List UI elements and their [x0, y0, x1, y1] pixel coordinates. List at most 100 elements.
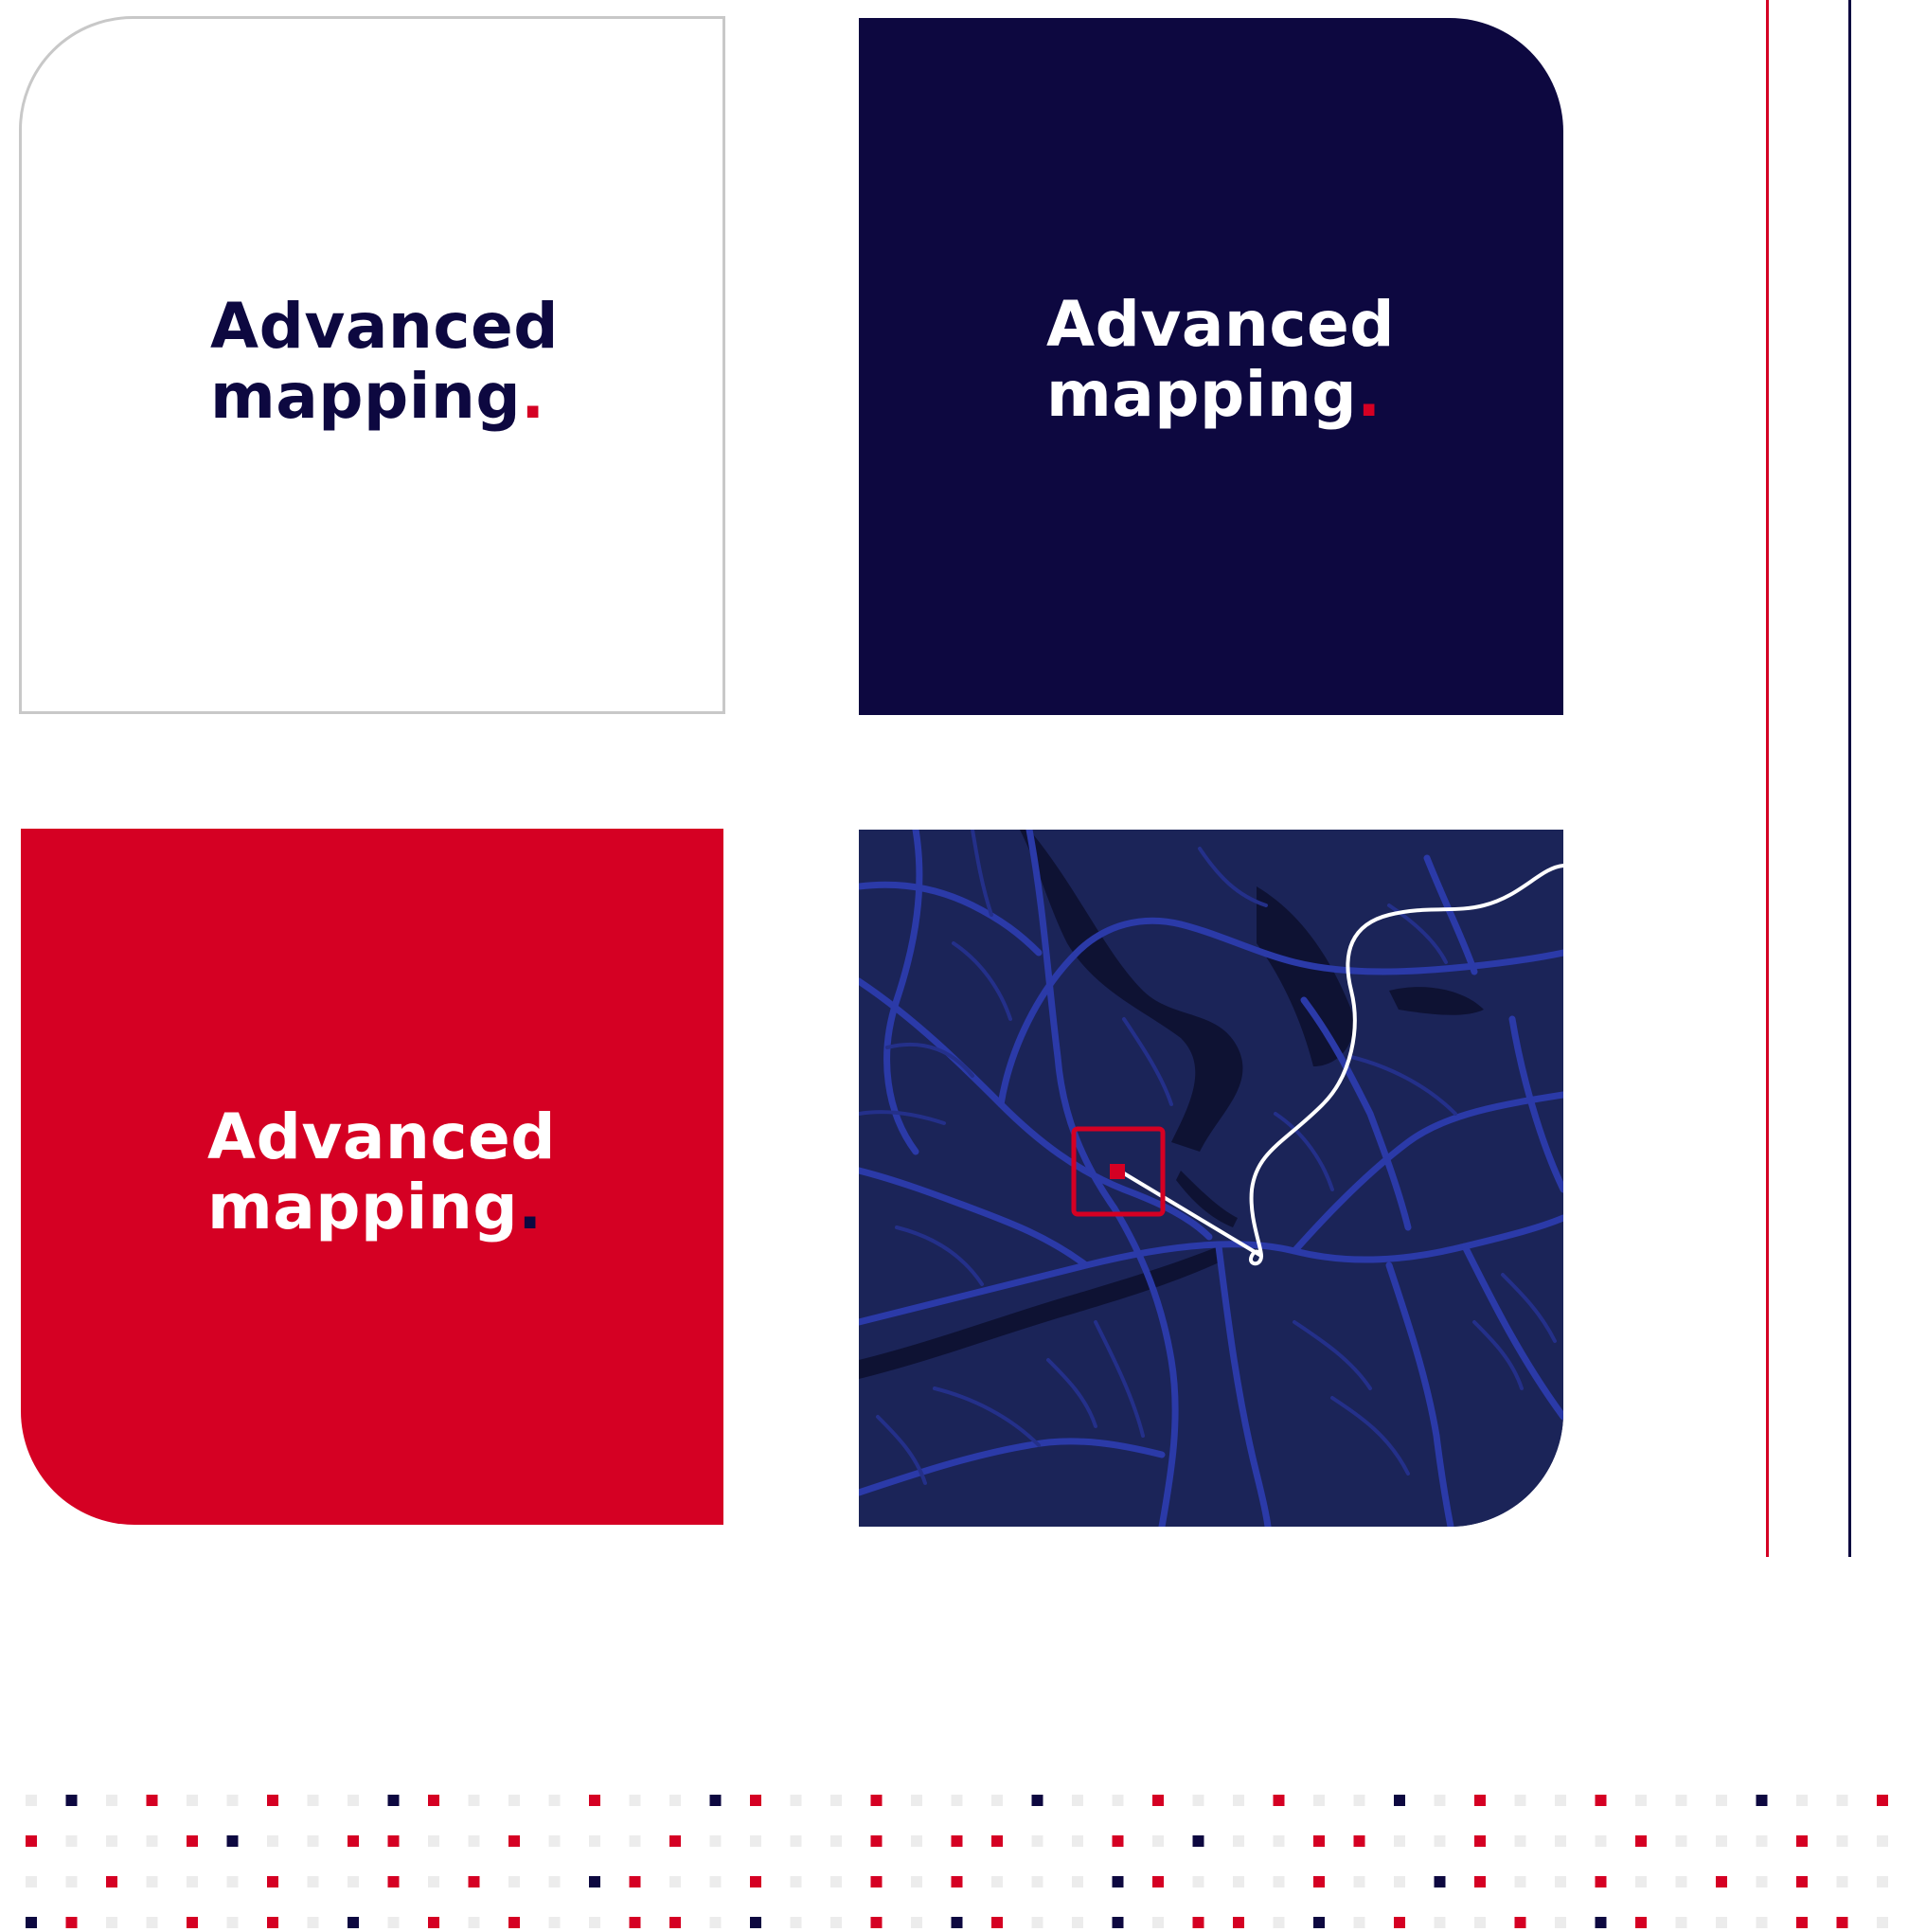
headline-word: mapping	[207, 1171, 519, 1243]
card-red: Advanced mapping.	[21, 829, 723, 1525]
pattern-dot	[146, 1835, 158, 1847]
pattern-dot	[1635, 1876, 1647, 1887]
pattern-dot	[870, 1917, 883, 1928]
pattern-dot	[870, 1835, 883, 1847]
card-white: Advanced mapping.	[19, 16, 725, 714]
pattern-dot	[1192, 1835, 1204, 1847]
pattern-dot	[187, 1876, 198, 1887]
pattern-dot	[951, 1876, 963, 1887]
pattern-dot	[1434, 1917, 1446, 1928]
pattern-dot	[669, 1835, 681, 1847]
pattern-dot	[629, 1876, 641, 1887]
pattern-dot	[1474, 1795, 1486, 1806]
pattern-dot	[830, 1876, 842, 1887]
pattern-dot	[146, 1876, 158, 1887]
pattern-dot	[629, 1795, 641, 1806]
pattern-dot	[1756, 1795, 1768, 1806]
pattern-dot	[1474, 1835, 1486, 1847]
pattern-dot	[830, 1795, 842, 1806]
pattern-dot	[1394, 1917, 1405, 1928]
pattern-dot	[750, 1876, 761, 1887]
pattern-dot	[307, 1835, 319, 1847]
pattern-dot	[669, 1917, 681, 1928]
card-navy: Advanced mapping.	[859, 18, 1563, 715]
pattern-dot	[1675, 1835, 1687, 1847]
pattern-dot	[1877, 1917, 1888, 1928]
pattern-dot	[1836, 1876, 1848, 1887]
pattern-dot	[1716, 1835, 1727, 1847]
pattern-dot	[548, 1835, 561, 1847]
pattern-dot	[548, 1917, 561, 1928]
pattern-dot	[709, 1795, 722, 1806]
pattern-dot	[589, 1795, 600, 1806]
pattern-dot	[468, 1835, 480, 1847]
pattern-dot	[1877, 1876, 1888, 1887]
headline-period: .	[521, 360, 545, 433]
pattern-dot	[1555, 1917, 1566, 1928]
pattern-dot	[106, 1795, 117, 1806]
pattern-dot	[348, 1835, 359, 1847]
pattern-dot	[1112, 1876, 1124, 1887]
pattern-dot	[187, 1917, 198, 1928]
pattern-dot	[1072, 1917, 1083, 1928]
pattern-dot	[65, 1876, 78, 1887]
accent-line-navy	[1848, 0, 1851, 1557]
pattern-dot	[26, 1835, 37, 1847]
pattern-dot	[1192, 1917, 1204, 1928]
pattern-dot	[508, 1835, 520, 1847]
pattern-dot	[1796, 1835, 1808, 1847]
pattern-dot	[1434, 1795, 1446, 1806]
pattern-dot	[1555, 1795, 1566, 1806]
pattern-dot	[589, 1876, 600, 1887]
pattern-dot	[1273, 1835, 1285, 1847]
pattern-dot	[1353, 1917, 1365, 1928]
pattern-dot	[1756, 1876, 1768, 1887]
dot-pattern	[26, 1795, 1888, 1928]
pattern-dot	[1192, 1795, 1204, 1806]
pattern-dot	[1313, 1917, 1325, 1928]
pattern-dot	[991, 1835, 1003, 1847]
pattern-dot	[1031, 1876, 1043, 1887]
pattern-dot	[1313, 1795, 1325, 1806]
pattern-dot	[870, 1876, 883, 1887]
pattern-dot	[1595, 1795, 1607, 1806]
pattern-dot	[1273, 1795, 1285, 1806]
pattern-dot	[1716, 1876, 1727, 1887]
pattern-dot	[1675, 1795, 1687, 1806]
pattern-dot	[1514, 1876, 1526, 1887]
pattern-dot	[508, 1917, 520, 1928]
headline-line-2: mapping.	[207, 1172, 556, 1243]
pattern-dot	[1796, 1876, 1808, 1887]
pattern-dot	[1112, 1917, 1124, 1928]
map-image	[859, 830, 1563, 1527]
pattern-dot	[1555, 1835, 1566, 1847]
pattern-dot	[1595, 1917, 1607, 1928]
pattern-dot	[187, 1795, 198, 1806]
pattern-dot	[911, 1876, 922, 1887]
pattern-dot	[65, 1917, 78, 1928]
pattern-dot	[1233, 1876, 1244, 1887]
pattern-dot	[1796, 1917, 1808, 1928]
pattern-dot	[146, 1795, 158, 1806]
pattern-dot	[1192, 1876, 1204, 1887]
pattern-dot	[1514, 1835, 1526, 1847]
headline-line-1: Advanced	[1046, 288, 1395, 361]
pattern-dot	[1716, 1795, 1727, 1806]
pattern-dot	[1796, 1795, 1808, 1806]
pattern-dot	[669, 1876, 681, 1887]
pattern-dot	[830, 1835, 842, 1847]
pattern-dot	[991, 1917, 1003, 1928]
pattern-dot	[267, 1835, 278, 1847]
card-map	[859, 830, 1563, 1527]
pattern-dot	[1756, 1917, 1768, 1928]
pattern-dot	[26, 1917, 37, 1928]
pattern-dot	[348, 1917, 359, 1928]
pattern-dot	[1233, 1917, 1244, 1928]
pattern-dot	[106, 1876, 117, 1887]
pattern-dot	[790, 1795, 802, 1806]
pattern-dot	[709, 1835, 722, 1847]
pattern-dot	[790, 1876, 802, 1887]
pattern-dot	[1112, 1835, 1124, 1847]
pattern-dot	[387, 1835, 400, 1847]
pattern-dot	[951, 1835, 963, 1847]
